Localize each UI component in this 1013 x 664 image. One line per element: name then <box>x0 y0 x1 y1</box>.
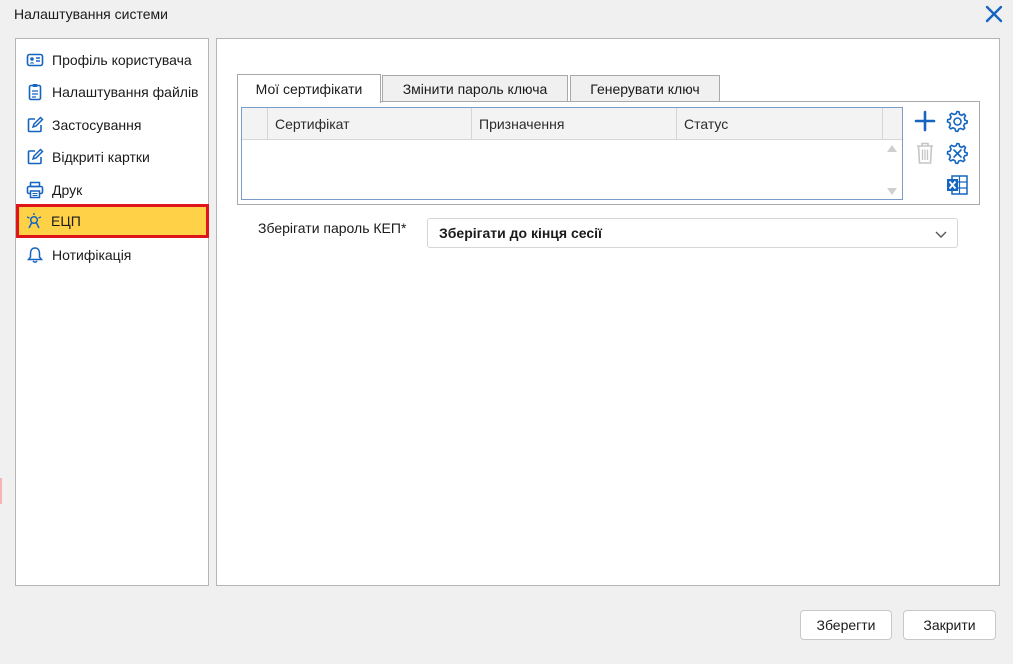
certificate-settings-alt-button[interactable] <box>943 139 971 167</box>
chevron-down-icon <box>935 231 947 238</box>
tab-label: Генерувати ключ <box>590 81 700 97</box>
sidebar-item-applications[interactable]: Застосування <box>17 109 207 140</box>
save-button-label: Зберегти <box>816 617 876 633</box>
delete-certificate-button[interactable] <box>911 139 939 167</box>
sidebar-item-digital-signature[interactable]: ЕЦП <box>16 204 209 238</box>
sidebar-item-file-settings[interactable]: Налаштування файлів <box>17 76 207 107</box>
printer-icon <box>26 181 44 199</box>
close-window-button[interactable] <box>981 1 1007 27</box>
close-icon <box>985 5 1003 23</box>
sidebar-item-label: Друк <box>52 181 83 198</box>
sidebar-item-print[interactable]: Друк <box>17 174 207 205</box>
tab-label: Мої сертифікати <box>255 81 363 97</box>
sidebar-item-label: Нотифікація <box>52 246 132 263</box>
tab-label: Змінити пароль ключа <box>402 81 548 97</box>
certificates-grid[interactable]: Сертифікат Призначення Статус <box>241 107 903 200</box>
edge-marker <box>0 478 2 504</box>
bell-icon <box>26 246 44 264</box>
column-header-certificate[interactable]: Сертифікат <box>268 108 472 139</box>
gear-settings-icon <box>946 142 969 165</box>
gear-icon <box>946 110 969 133</box>
save-password-select[interactable]: Зберігати до кінця сесії <box>427 218 958 248</box>
tab-generate-key[interactable]: Генерувати ключ <box>570 75 720 102</box>
export-excel-button[interactable] <box>943 171 971 199</box>
grid-header: Сертифікат Призначення Статус <box>242 108 902 140</box>
scroll-down-arrow[interactable] <box>886 186 898 196</box>
sidebar-item-open-cards[interactable]: Відкриті картки <box>17 141 207 172</box>
title-bar: Налаштування системи <box>0 0 1013 28</box>
scroll-up-arrow[interactable] <box>886 143 898 153</box>
row-selector-header <box>242 108 268 139</box>
save-password-value: Зберігати до кінця сесії <box>439 225 602 241</box>
user-card-icon <box>26 51 44 69</box>
excel-icon <box>947 175 968 195</box>
column-header-purpose[interactable]: Призначення <box>472 108 677 139</box>
sidebar-item-label: Застосування <box>52 116 142 133</box>
add-certificate-button[interactable] <box>911 107 939 135</box>
sidebar-item-notification[interactable]: Нотифікація <box>17 239 207 270</box>
tab-my-certificates[interactable]: Мої сертифікати <box>237 74 381 103</box>
save-password-label: Зберігати пароль КЕП* <box>258 220 407 236</box>
trash-icon <box>917 142 933 164</box>
sidebar-item-label: Налаштування файлів <box>52 83 199 100</box>
certificate-settings-button[interactable] <box>943 107 971 135</box>
sidebar-item-label: ЕЦП <box>51 213 81 229</box>
close-button-label: Закрити <box>923 617 976 633</box>
close-button[interactable]: Закрити <box>903 610 996 640</box>
window-title: Налаштування системи <box>14 6 168 22</box>
clipboard-icon <box>26 83 44 101</box>
edit-icon <box>26 115 44 134</box>
sidebar-item-label: Профіль користувача <box>52 51 192 68</box>
save-button[interactable]: Зберегти <box>800 610 892 640</box>
column-header-status[interactable]: Статус <box>677 108 883 139</box>
plus-icon <box>914 110 936 132</box>
sidebar-item-user-profile[interactable]: Профіль користувача <box>17 44 207 75</box>
edit-icon <box>26 147 44 166</box>
tab-change-key-password[interactable]: Змінити пароль ключа <box>382 75 568 102</box>
digital-signature-icon <box>25 212 43 230</box>
settings-sidebar: Профіль користувача Налаштування файлів … <box>15 38 209 586</box>
sidebar-item-label: Відкриті картки <box>52 148 150 165</box>
